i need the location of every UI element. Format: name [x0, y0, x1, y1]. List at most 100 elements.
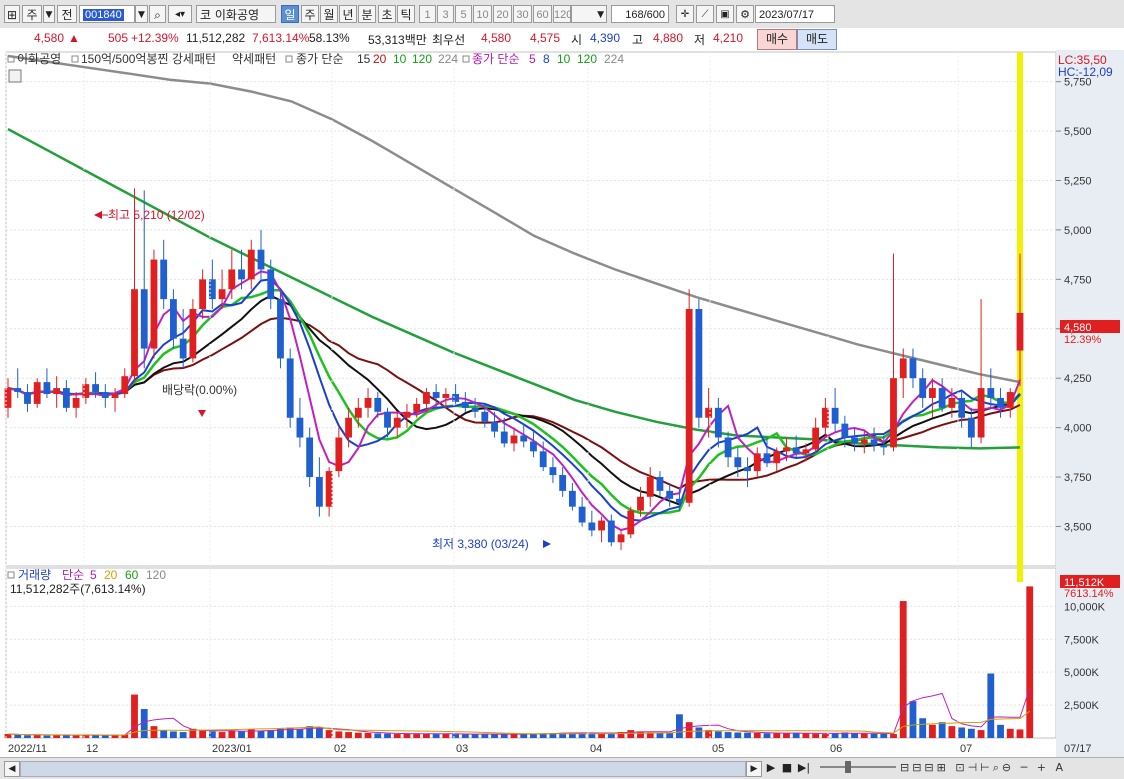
candle-body	[705, 407, 713, 418]
mode-dropdown-icon[interactable]: ▼	[43, 5, 55, 23]
candle-body	[189, 309, 197, 359]
candle-body	[676, 498, 683, 503]
legend-ma-224: 224	[438, 52, 458, 66]
candle-body	[62, 388, 70, 408]
period-tab-1[interactable]: 주	[301, 5, 319, 23]
stock-name-box[interactable]: 코 이화공영	[196, 5, 276, 23]
candle-body	[938, 388, 946, 408]
candle-body	[92, 384, 99, 393]
turnover: 58.13%	[309, 31, 350, 45]
period-tab-3[interactable]: 년	[339, 5, 357, 23]
zoom-slider[interactable]	[820, 766, 896, 768]
interval-tab-2[interactable]: 5	[455, 5, 472, 23]
prev-button[interactable]: 전	[57, 5, 77, 23]
candle-body	[588, 522, 596, 531]
volume-bar	[851, 733, 858, 738]
count-max: /600	[643, 9, 665, 21]
volume-bar	[958, 727, 966, 738]
interval-tab-0[interactable]: 1	[419, 5, 436, 23]
candle-body	[977, 388, 985, 438]
sound-icon[interactable]: ◂▾	[168, 5, 192, 23]
volume-bar	[150, 726, 158, 738]
candle-body	[24, 392, 31, 404]
candle-body	[121, 376, 129, 395]
code-input[interactable]: 001840	[79, 5, 135, 23]
candle-body	[296, 417, 304, 438]
legend-ma2-8: 8	[543, 52, 550, 66]
low-label: 저	[694, 33, 706, 47]
period-tab-0[interactable]: 일	[281, 5, 299, 23]
candle-body	[899, 358, 907, 379]
amount: 53,313백만	[368, 33, 427, 47]
low-annotation: 최저 3,380 (03/24)	[432, 537, 529, 551]
volume-bar	[685, 722, 693, 738]
scroll-right-icon[interactable]: ▶	[746, 761, 762, 777]
scroll-left-icon[interactable]: ◀	[4, 761, 20, 777]
count-value: 168	[625, 9, 644, 21]
volume-bar	[345, 732, 352, 738]
price-tick-label: 5,000	[1064, 225, 1092, 237]
crosshair-icon[interactable]: ✛	[676, 5, 694, 23]
candle-body	[627, 510, 635, 535]
interval-tab-5[interactable]: 30	[513, 5, 532, 23]
interval-tab-7[interactable]: 120	[553, 5, 572, 23]
legend-pattern-strong: 150억/500억봉찐 강세패턴	[81, 52, 216, 66]
interval-tab-4[interactable]: 20	[493, 5, 512, 23]
interval-tab-6[interactable]: 60	[533, 5, 552, 23]
volume-bar	[218, 732, 226, 738]
candle-body	[958, 397, 966, 418]
code-dropdown-icon[interactable]: ▼	[135, 5, 148, 23]
period-tab-2[interactable]: 월	[320, 5, 338, 23]
price: 4,580	[34, 31, 65, 45]
candle-body	[82, 384, 90, 398]
period-tab-6[interactable]: 틱	[397, 5, 415, 23]
candle-body	[520, 435, 528, 442]
count-field[interactable]: 168/600	[611, 5, 669, 23]
draw-icon[interactable]: ⟋	[696, 5, 714, 23]
candle-body	[43, 382, 51, 395]
volume-bar	[432, 734, 440, 738]
interval-tab-1[interactable]: 3	[437, 5, 454, 23]
scrollbar-track[interactable]	[20, 761, 746, 777]
legend-ma2-label: 종가 단순	[472, 52, 520, 66]
legend-ma-label: 종가 단순	[296, 52, 344, 66]
candle-body	[812, 427, 820, 450]
period-tab-4[interactable]: 분	[358, 5, 376, 23]
candle-body	[724, 437, 732, 458]
candle-body	[831, 407, 839, 424]
date-field[interactable]: 2023/07/17	[755, 5, 835, 23]
volume-bar	[257, 730, 265, 738]
candle-body	[510, 435, 518, 444]
prev-label: 전	[61, 8, 73, 22]
settings-icon[interactable]: ⚙	[736, 5, 754, 23]
candle-body	[111, 394, 119, 398]
price-tick-label: 4,000	[1064, 423, 1092, 435]
candle-body	[637, 496, 644, 511]
date-label: 05	[712, 743, 724, 755]
dividend-annotation: 배당락(0.00%)	[162, 383, 237, 397]
search-icon[interactable]: ⌕	[149, 5, 166, 23]
volume-bar	[783, 732, 790, 738]
candle-body	[403, 411, 411, 418]
mode-select[interactable]: 주	[22, 5, 42, 23]
candle-body	[345, 417, 352, 438]
play-icon[interactable]: ▶	[764, 761, 778, 775]
save-icon[interactable]: ▣	[716, 5, 734, 23]
volume-bar	[354, 732, 362, 738]
candle-body	[919, 378, 927, 398]
stop-icon[interactable]: ■	[780, 761, 794, 775]
volume-bar	[977, 730, 985, 738]
price-chart[interactable]: 5,7505,5005,2505,0004,7504,5004,2504,000…	[0, 50, 1124, 757]
period-tab-5[interactable]: 초	[378, 5, 396, 23]
interval-tab-3[interactable]: 10	[473, 5, 492, 23]
sell-button[interactable]: 매도	[797, 29, 837, 50]
interval-dropdown-icon[interactable]: ▼	[571, 5, 607, 23]
layout-icon[interactable]: ⊞	[4, 5, 20, 23]
forward-icon[interactable]: ▶|	[796, 761, 812, 775]
zoom-slider-handle[interactable]	[845, 761, 851, 773]
volume-bar	[384, 733, 391, 738]
legend-ma2-5: 5	[529, 52, 536, 66]
chart-tool-icons[interactable]: ⊟⊟⊟⊞ ⊡⊣⊢⌕⊖ ─ + A	[900, 761, 1120, 775]
candle-body	[306, 437, 314, 478]
buy-button[interactable]: 매수	[757, 29, 797, 50]
